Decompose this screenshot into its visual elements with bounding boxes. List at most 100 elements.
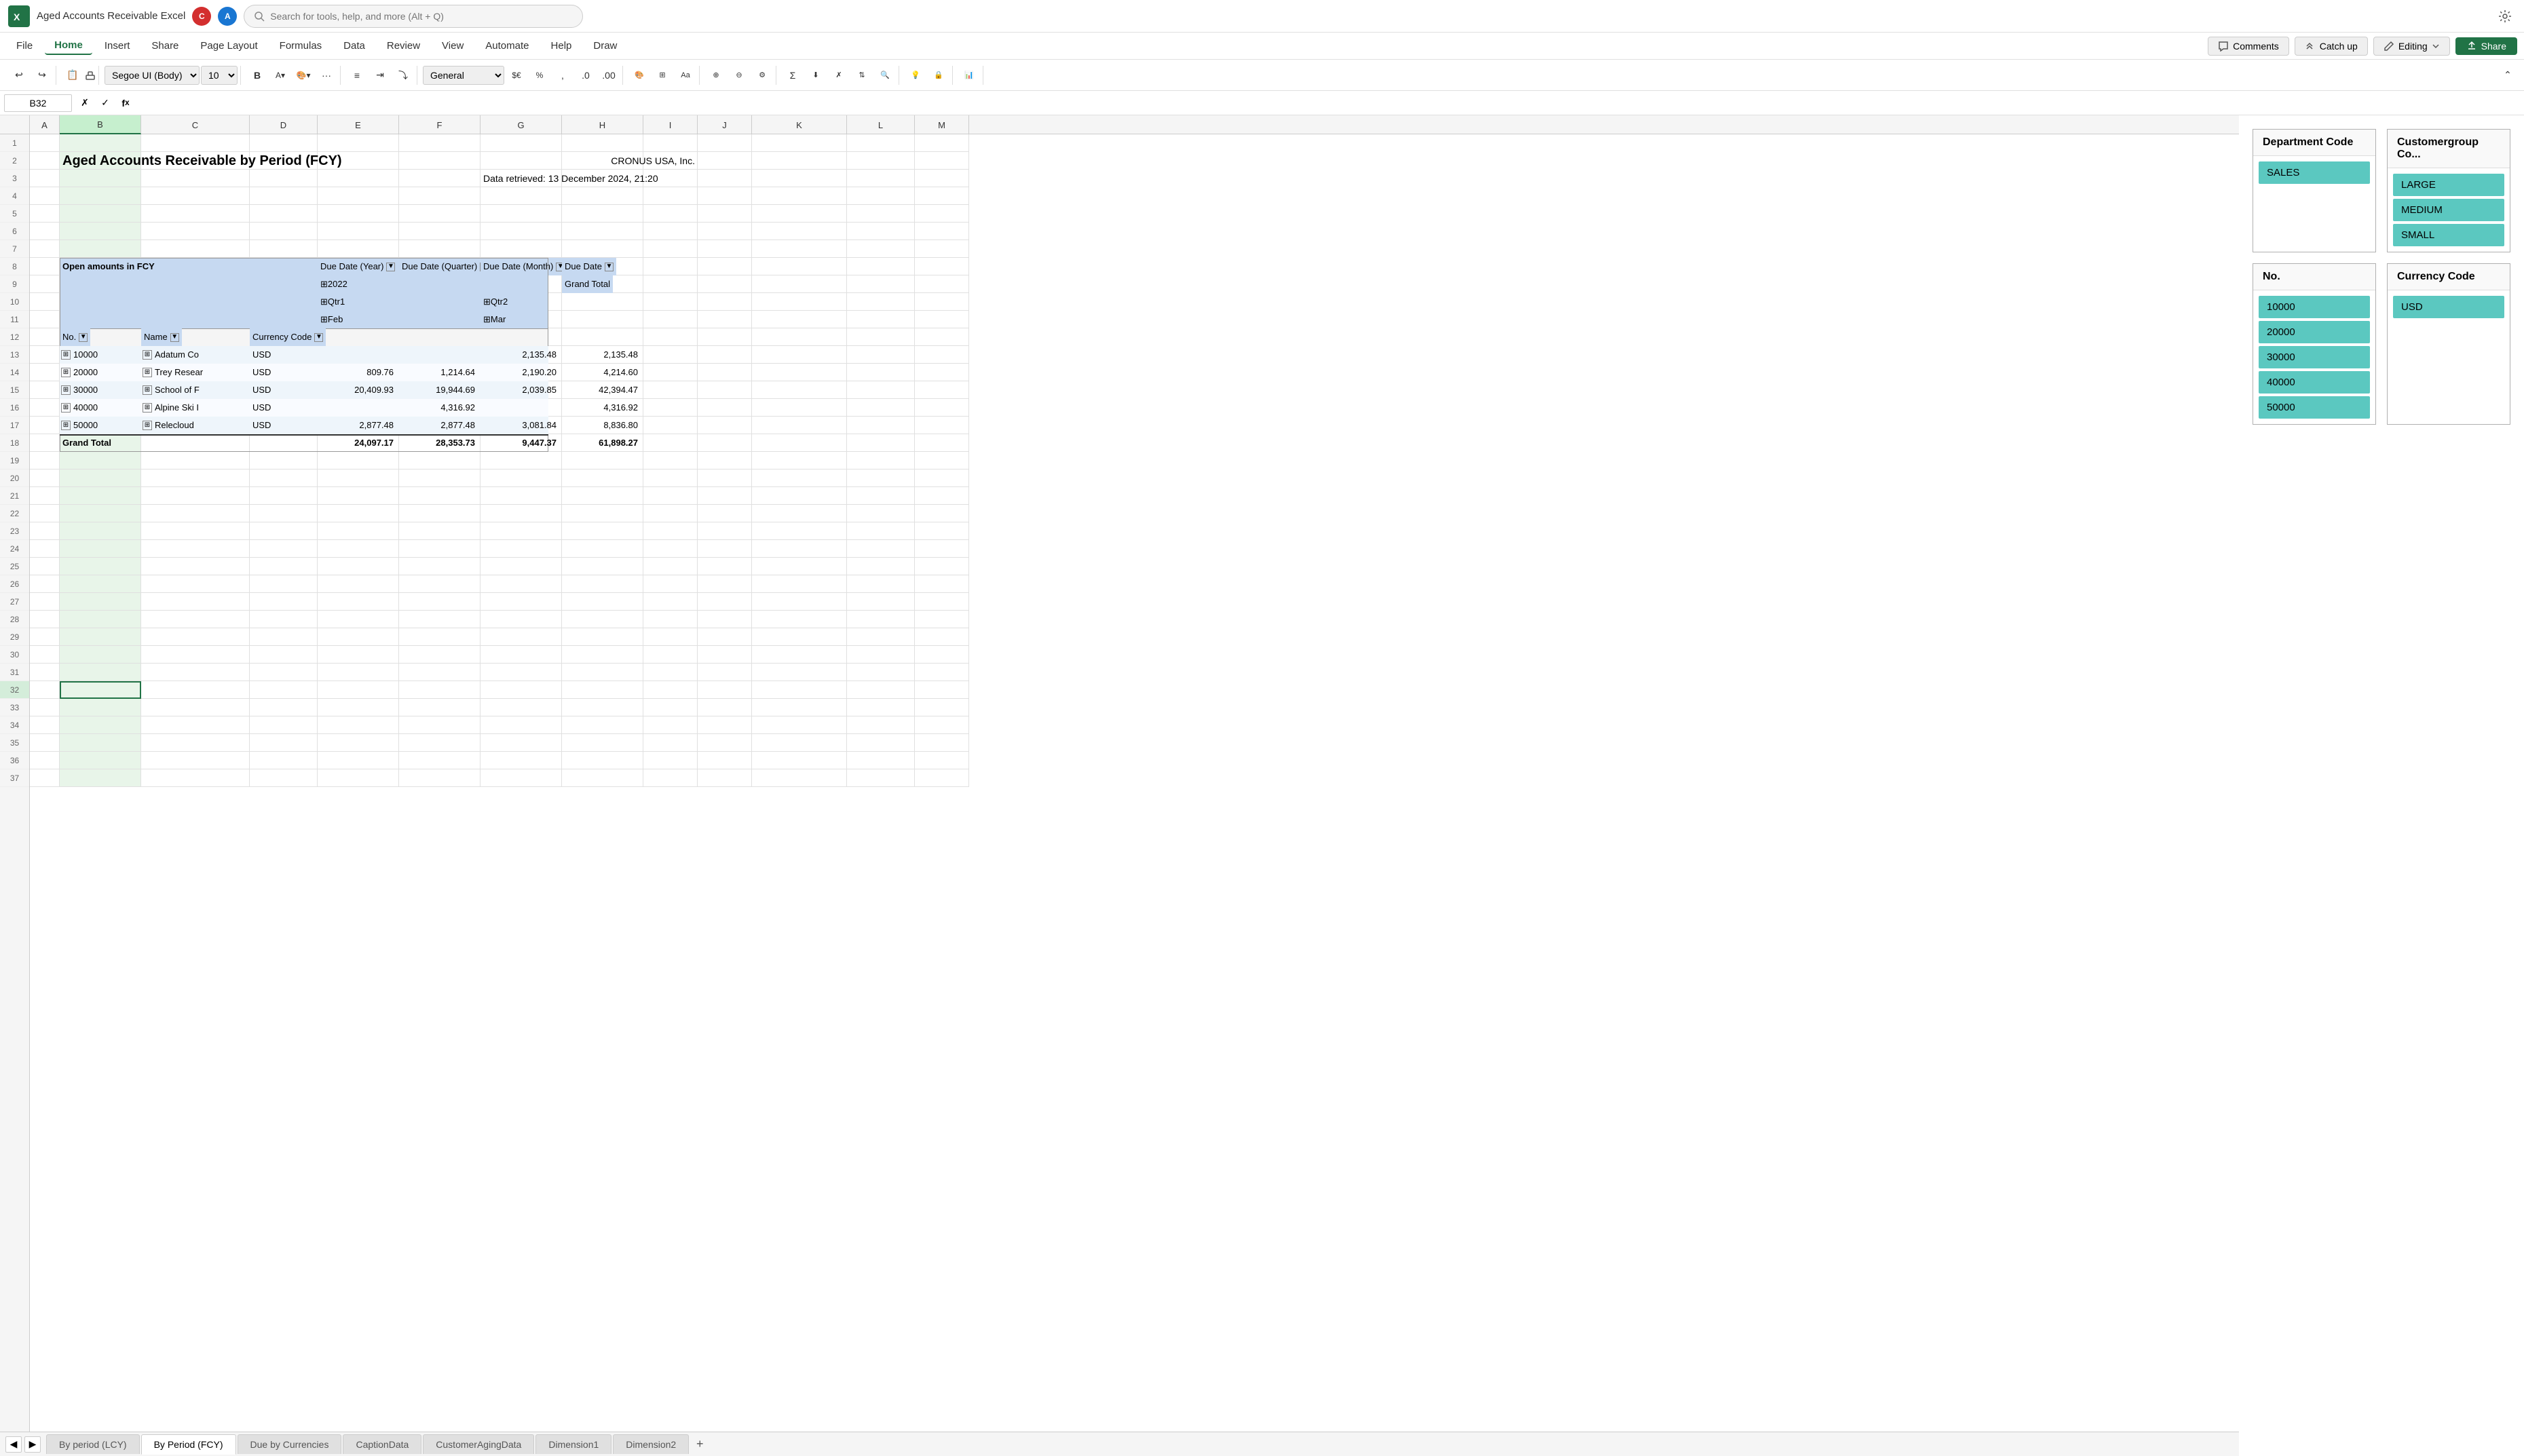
menu-view[interactable]: View xyxy=(432,37,473,54)
cell-K26[interactable] xyxy=(752,575,847,593)
cell-L22[interactable] xyxy=(847,505,915,522)
cell-J21[interactable] xyxy=(698,487,752,505)
cell-D10[interactable] xyxy=(250,293,318,311)
cell-J23[interactable] xyxy=(698,522,752,540)
cell-G36[interactable] xyxy=(481,752,562,769)
cell-A6[interactable] xyxy=(30,223,60,240)
cell-reference-input[interactable] xyxy=(4,94,72,112)
cell-K33[interactable] xyxy=(752,699,847,716)
cell-L14[interactable] xyxy=(847,364,915,381)
cell-B33[interactable] xyxy=(60,699,141,716)
cell-F36[interactable] xyxy=(399,752,481,769)
cell-L29[interactable] xyxy=(847,628,915,646)
cell-B5[interactable] xyxy=(60,205,141,223)
cell-H30[interactable] xyxy=(562,646,643,664)
cell-K14[interactable] xyxy=(752,364,847,381)
cell-D24[interactable] xyxy=(250,540,318,558)
cell-G26[interactable] xyxy=(481,575,562,593)
cell-A13[interactable] xyxy=(30,346,60,364)
cell-F15[interactable] xyxy=(399,381,481,399)
cell-H1[interactable] xyxy=(562,134,643,152)
cell-D15[interactable] xyxy=(250,381,318,399)
cell-J7[interactable] xyxy=(698,240,752,258)
row-num-14[interactable]: 14 xyxy=(0,364,29,381)
cell-style-button[interactable]: Aa xyxy=(675,66,696,85)
cell-K30[interactable] xyxy=(752,646,847,664)
cell-A24[interactable] xyxy=(30,540,60,558)
cell-E10[interactable] xyxy=(318,293,399,311)
cell-C12[interactable] xyxy=(141,328,250,346)
col-header-g[interactable]: G xyxy=(481,115,562,134)
cell-J34[interactable] xyxy=(698,716,752,734)
cell-E11[interactable] xyxy=(318,311,399,328)
cell-K19[interactable] xyxy=(752,452,847,470)
cell-B12[interactable] xyxy=(60,328,141,346)
cell-A3[interactable] xyxy=(30,170,60,187)
cell-I7[interactable] xyxy=(643,240,698,258)
cell-B6[interactable] xyxy=(60,223,141,240)
cell-B13[interactable] xyxy=(60,346,141,364)
sum-button[interactable]: Σ xyxy=(782,66,804,85)
menu-data[interactable]: Data xyxy=(334,37,375,54)
cell-H37[interactable] xyxy=(562,769,643,787)
cell-J32[interactable] xyxy=(698,681,752,699)
cell-M18[interactable] xyxy=(915,434,969,452)
cell-H21[interactable] xyxy=(562,487,643,505)
cell-E5[interactable] xyxy=(318,205,399,223)
number-format-select[interactable]: General xyxy=(423,66,504,85)
cell-E9[interactable] xyxy=(318,275,399,293)
cell-J20[interactable] xyxy=(698,470,752,487)
col-header-k[interactable]: K xyxy=(752,115,847,134)
cell-H16[interactable] xyxy=(562,399,643,417)
cell-A27[interactable] xyxy=(30,593,60,611)
cell-F27[interactable] xyxy=(399,593,481,611)
cell-C18[interactable] xyxy=(141,434,250,452)
cell-B2[interactable] xyxy=(60,152,141,170)
cell-L11[interactable] xyxy=(847,311,915,328)
cell-I10[interactable] xyxy=(643,293,698,311)
cell-L1[interactable] xyxy=(847,134,915,152)
cell-B27[interactable] xyxy=(60,593,141,611)
row-num-6[interactable]: 6 xyxy=(0,223,29,240)
cell-F5[interactable] xyxy=(399,205,481,223)
cell-A32[interactable] xyxy=(30,681,60,699)
cell-K15[interactable] xyxy=(752,381,847,399)
cell-M34[interactable] xyxy=(915,716,969,734)
redo-button[interactable]: ↪ xyxy=(31,66,53,85)
percent-button[interactable]: % xyxy=(529,66,550,85)
cell-L25[interactable] xyxy=(847,558,915,575)
cell-L20[interactable] xyxy=(847,470,915,487)
cell-F3[interactable] xyxy=(399,170,481,187)
decrease-decimal-button[interactable]: .0 xyxy=(575,66,597,85)
cell-A14[interactable] xyxy=(30,364,60,381)
cell-K17[interactable] xyxy=(752,417,847,434)
cell-B22[interactable] xyxy=(60,505,141,522)
cell-A34[interactable] xyxy=(30,716,60,734)
cell-A9[interactable] xyxy=(30,275,60,293)
cell-F4[interactable] xyxy=(399,187,481,205)
cell-I20[interactable] xyxy=(643,470,698,487)
cell-I6[interactable] xyxy=(643,223,698,240)
cell-J11[interactable] xyxy=(698,311,752,328)
cell-C17[interactable] xyxy=(141,417,250,434)
cell-G13[interactable] xyxy=(481,346,562,364)
fill-button[interactable]: ⬇ xyxy=(805,66,827,85)
cell-M22[interactable] xyxy=(915,505,969,522)
cell-I36[interactable] xyxy=(643,752,698,769)
cell-I13[interactable] xyxy=(643,346,698,364)
cell-M28[interactable] xyxy=(915,611,969,628)
row-num-18[interactable]: 18 xyxy=(0,434,29,452)
cell-K5[interactable] xyxy=(752,205,847,223)
slicer-item-small[interactable]: SMALL xyxy=(2393,224,2504,246)
cell-G2[interactable] xyxy=(481,152,562,170)
cell-D23[interactable] xyxy=(250,522,318,540)
cell-A23[interactable] xyxy=(30,522,60,540)
cell-D22[interactable] xyxy=(250,505,318,522)
cell-F12[interactable] xyxy=(399,328,481,346)
cell-B23[interactable] xyxy=(60,522,141,540)
cell-J26[interactable] xyxy=(698,575,752,593)
cell-B10[interactable] xyxy=(60,293,141,311)
cell-J14[interactable] xyxy=(698,364,752,381)
font-color-button[interactable]: A▾ xyxy=(269,66,291,85)
find-button[interactable]: 🔍 xyxy=(874,66,896,85)
